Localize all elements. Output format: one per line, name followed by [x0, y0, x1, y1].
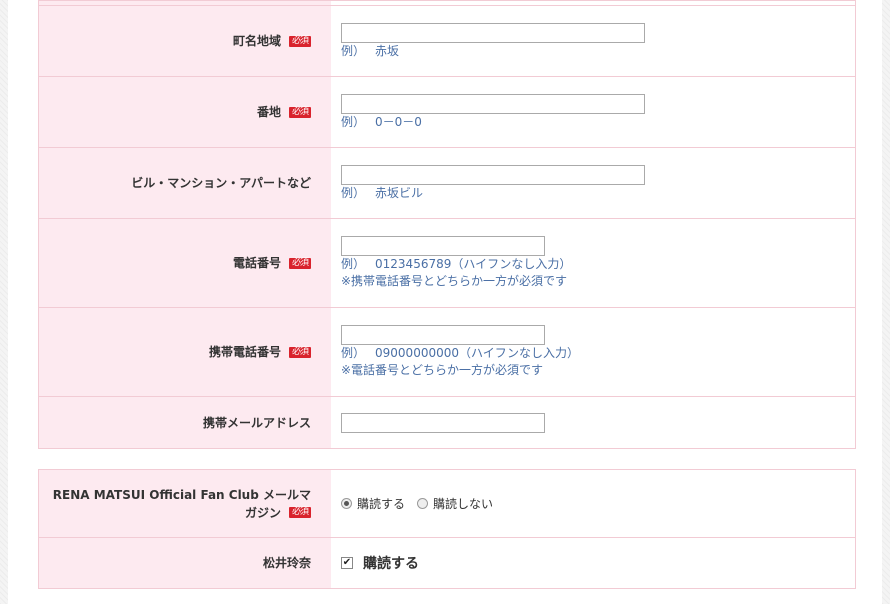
phone-input[interactable] [341, 236, 545, 256]
building-input[interactable] [341, 164, 645, 185]
field-label-cell: 松井玲奈 [39, 538, 331, 588]
newsletter-label-line2: ガジン [244, 505, 281, 520]
field-label-cell: RENA MATSUI Official Fan Club メールマ ガジン 必… [39, 470, 331, 537]
newsletter-label-line1: RENA MATSUI Official Fan Club メールマ [52, 487, 311, 502]
table-row-town: 町名地域 必須 例） 赤坂 [39, 5, 855, 76]
field-label-cell: 携帯メールアドレス [39, 397, 331, 448]
unsubscribe-radio-label: 購読しない [433, 497, 494, 511]
table-row-block-number: 番地 必須 例） 0－0－0 [39, 76, 855, 147]
block-number-label: 番地 [256, 105, 281, 119]
table-row-phone: 電話番号 必須 例） 0123456789（ハイフンなし入力） ※携帯電話番号とど… [39, 218, 855, 307]
address-form-table: 町名地域 必須 例） 赤坂 番地 必須 例） 0－0－0 ビル・マンション・アパ… [38, 0, 856, 449]
mobile-label: 携帯電話番号 [208, 345, 281, 359]
town-hint: 例） 赤坂 [341, 43, 400, 58]
matsui-subscribe-checkbox[interactable]: ✔ [341, 557, 353, 569]
field-label-cell: 電話番号 必須 [39, 219, 331, 307]
table-row-newsletter: RENA MATSUI Official Fan Club メールマ ガジン 必… [39, 470, 855, 537]
unsubscribe-radio-option[interactable]: 購読しない [417, 495, 493, 512]
mobile-email-label: 携帯メールアドレス [202, 415, 311, 430]
mobile-email-input[interactable] [341, 412, 545, 433]
field-label-cell: 番地 必須 [39, 77, 331, 147]
mobile-input[interactable] [341, 325, 545, 345]
building-label: ビル・マンション・アパートなど [131, 176, 311, 190]
required-badge: 必須 [288, 35, 311, 47]
table-row-mobile-email: 携帯メールアドレス [39, 396, 855, 448]
field-label-cell: 町名地域 必須 [39, 6, 331, 76]
town-label: 町名地域 [232, 34, 281, 48]
required-badge: 必須 [288, 106, 311, 118]
table-row-mobile: 携帯電話番号 必須 例） 09000000000（ハイフンなし入力） ※電話番号と… [39, 307, 855, 396]
building-hint: 例） 赤坂ビル [341, 185, 424, 200]
matsui-label: 松井玲奈 [262, 556, 311, 570]
subscribe-radio-label: 購読する [357, 497, 406, 511]
required-badge: 必須 [288, 507, 311, 518]
newsletter-form-table: RENA MATSUI Official Fan Club メールマ ガジン 必… [38, 469, 856, 589]
table-row-building: ビル・マンション・アパートなど 例） 赤坂ビル [39, 147, 855, 218]
matsui-subscribe-option[interactable]: ✔ 購読する [341, 553, 855, 573]
mobile-hint: 例） 09000000000（ハイフンなし入力） [341, 346, 579, 360]
subscribe-radio-option[interactable]: 購読する [341, 495, 405, 512]
mobile-note: ※電話番号とどちらか一方が必須です [341, 363, 544, 377]
town-input[interactable] [341, 22, 645, 43]
subscribe-radio[interactable] [341, 498, 352, 509]
matsui-subscribe-label: 購読する [363, 556, 419, 572]
unsubscribe-radio[interactable] [417, 498, 429, 509]
table-row-matsui: 松井玲奈 ✔ 購読する [39, 537, 855, 588]
table-row-top-sliver [39, 0, 855, 5]
phone-label: 電話番号 [232, 256, 281, 270]
block-number-input[interactable] [341, 93, 645, 114]
block-number-hint: 例） 0－0－0 [341, 114, 422, 129]
field-label-cell: 携帯電話番号 必須 [39, 308, 331, 396]
newsletter-radio-group: 購読する 購読しない [341, 495, 855, 512]
phone-hint: 例） 0123456789（ハイフンなし入力） [341, 257, 572, 271]
required-badge: 必須 [288, 346, 311, 358]
field-label-cell: ビル・マンション・アパートなど [39, 148, 331, 218]
required-badge: 必須 [288, 257, 311, 269]
phone-note: ※携帯電話番号とどちらか一方が必須です [341, 274, 568, 288]
